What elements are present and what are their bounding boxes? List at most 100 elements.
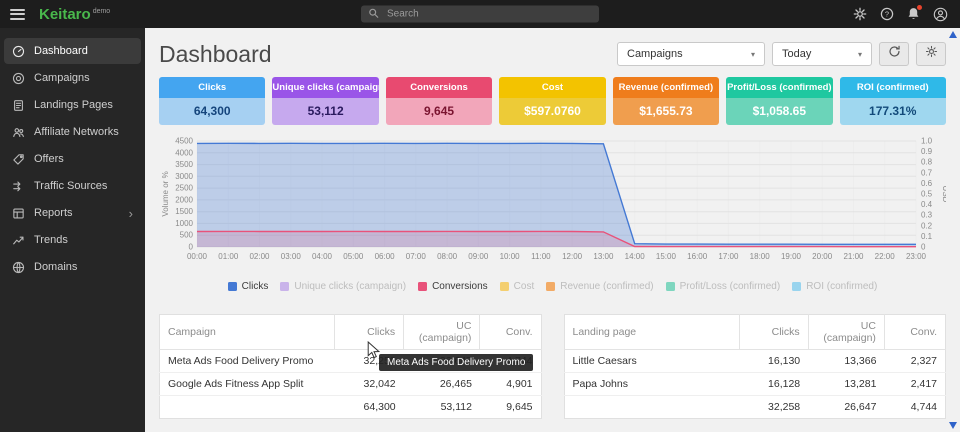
svg-text:01:00: 01:00 (218, 252, 239, 261)
svg-text:2000: 2000 (175, 195, 193, 204)
chevron-right-icon: › (129, 207, 133, 220)
search-input[interactable] (385, 8, 592, 21)
sidebar-item-campaigns[interactable]: Campaigns (4, 65, 141, 91)
legend-item-profit-loss[interactable]: Profit/Loss (confirmed) (666, 281, 781, 292)
metric-value: 64,300 (159, 98, 265, 125)
svg-text:14:00: 14:00 (625, 252, 646, 261)
svg-text:00:00: 00:00 (187, 252, 208, 261)
table-row[interactable]: Papa Johns 16,128 13,281 2,417 (564, 373, 946, 396)
landing-name[interactable]: Little Caesars (564, 350, 739, 373)
legend-swatch (280, 282, 289, 291)
chevron-down-icon: ▾ (751, 50, 755, 59)
svg-text:1.0: 1.0 (921, 137, 933, 146)
landing-name[interactable]: Papa Johns (564, 373, 739, 396)
col-clicks[interactable]: Clicks (335, 315, 404, 350)
chart-legend: Clicks Unique clicks (campaign) Conversi… (159, 281, 946, 292)
svg-text:06:00: 06:00 (375, 252, 396, 261)
metric-card-profit-loss[interactable]: Profit/Loss (confirmed) $1,058.65 (726, 77, 832, 125)
svg-text:4500: 4500 (175, 137, 193, 146)
metric-value: $1,655.73 (613, 98, 719, 125)
col-uc-campaign[interactable]: UC (campaign) (808, 315, 884, 350)
svg-text:3500: 3500 (175, 160, 193, 169)
traffic-chart-svg: 00:0001:0002:0003:0004:0005:0006:0007:00… (159, 135, 946, 281)
svg-text:4000: 4000 (175, 148, 193, 157)
metric-value: $1,058.65 (726, 98, 832, 125)
gear-icon (925, 45, 938, 63)
sidebar-item-traffic-sources[interactable]: Traffic Sources (4, 173, 141, 199)
svg-text:0.2: 0.2 (921, 221, 933, 230)
scroll-down-arrow[interactable] (949, 422, 957, 429)
metric-card-cost[interactable]: Cost $597.0760 (499, 77, 605, 125)
metric-label: Cost (499, 77, 605, 98)
metric-card-unique-clicks[interactable]: Unique clicks (campaign) 53,112 (272, 77, 378, 125)
global-search[interactable] (361, 6, 599, 23)
metric-label: Clicks (159, 77, 265, 98)
sidebar-item-label: Dashboard (34, 45, 88, 57)
topbar: Keitarodemo ? (0, 0, 960, 28)
sidebar-item-offers[interactable]: Offers (4, 146, 141, 172)
sidebar-item-landings-pages[interactable]: Landings Pages (4, 92, 141, 118)
metric-value: $597.0760 (499, 98, 605, 125)
brand-demo-badge: demo (93, 8, 111, 15)
metric-label: Unique clicks (campaign) (272, 77, 378, 98)
table-row[interactable]: Google Ads Fitness App Split 32,042 26,4… (160, 373, 542, 396)
svg-text:Volume or %: Volume or % (161, 171, 170, 216)
col-conv[interactable]: Conv. (480, 315, 541, 350)
legend-item-conversions[interactable]: Conversions (418, 281, 488, 292)
campaigns-filter-dropdown[interactable]: Campaigns ▾ (617, 42, 765, 66)
col-landing-page[interactable]: Landing page (564, 315, 739, 350)
sidebar: Dashboard Campaigns Landings Pages Affil… (0, 28, 145, 432)
legend-item-revenue[interactable]: Revenue (confirmed) (546, 281, 653, 292)
campaign-name[interactable]: Meta Ads Food Delivery Promo (160, 350, 335, 373)
table-row[interactable]: Little Caesars 16,130 13,366 2,327 (564, 350, 946, 373)
notifications-bell-icon[interactable] (907, 7, 920, 21)
user-avatar[interactable] (933, 7, 948, 22)
col-uc-campaign[interactable]: UC (campaign) (404, 315, 480, 350)
col-clicks[interactable]: Clicks (739, 315, 808, 350)
legend-item-cost[interactable]: Cost (500, 281, 535, 292)
svg-text:0: 0 (921, 243, 926, 252)
metric-card-clicks[interactable]: Clicks 64,300 (159, 77, 265, 125)
table-header-row: Landing page Clicks UC (campaign) Conv. (564, 315, 946, 350)
legend-swatch (546, 282, 555, 291)
date-range-dropdown[interactable]: Today ▾ (772, 42, 872, 66)
sidebar-item-reports[interactable]: Reports › (4, 200, 141, 226)
target-icon (12, 72, 25, 85)
date-range-value: Today (782, 48, 811, 60)
campaign-name[interactable]: Google Ads Fitness App Split (160, 373, 335, 396)
settings-gear-icon[interactable] (853, 7, 867, 21)
sidebar-item-affiliate-networks[interactable]: Affiliate Networks (4, 119, 141, 145)
col-conv[interactable]: Conv. (884, 315, 945, 350)
scroll-up-arrow[interactable] (949, 31, 957, 38)
metric-card-revenue[interactable]: Revenue (confirmed) $1,655.73 (613, 77, 719, 125)
menu-toggle-icon[interactable] (10, 9, 25, 20)
svg-text:17:00: 17:00 (718, 252, 739, 261)
legend-item-unique-clicks[interactable]: Unique clicks (campaign) (280, 281, 406, 292)
help-icon[interactable]: ? (880, 7, 894, 21)
svg-text:23:00: 23:00 (906, 252, 927, 261)
dashboard-settings-button[interactable] (916, 42, 946, 66)
table-totals-row: 64,300 53,112 9,645 (160, 396, 542, 419)
brand-logo[interactable]: Keitarodemo (39, 6, 110, 23)
legend-item-clicks[interactable]: Clicks (228, 281, 269, 292)
sidebar-item-trends[interactable]: Trends (4, 227, 141, 253)
sidebar-item-label: Landings Pages (34, 99, 113, 111)
sidebar-item-domains[interactable]: Domains (4, 254, 141, 280)
col-campaign[interactable]: Campaign (160, 315, 335, 350)
refresh-button[interactable] (879, 42, 909, 66)
legend-item-roi[interactable]: ROI (confirmed) (792, 281, 877, 292)
svg-text:18:00: 18:00 (750, 252, 771, 261)
svg-text:04:00: 04:00 (312, 252, 333, 261)
svg-text:0.4: 0.4 (921, 200, 933, 209)
page-header: Dashboard Campaigns ▾ Today ▾ (159, 36, 946, 72)
legend-swatch (500, 282, 509, 291)
svg-text:13:00: 13:00 (593, 252, 614, 261)
svg-text:0.7: 0.7 (921, 168, 933, 177)
main-content: Dashboard Campaigns ▾ Today ▾ (145, 28, 960, 432)
metric-card-roi[interactable]: ROI (confirmed) 177.31% (840, 77, 946, 125)
legend-swatch (666, 282, 675, 291)
sidebar-item-dashboard[interactable]: Dashboard (4, 38, 141, 64)
metric-card-conversions[interactable]: Conversions 9,645 (386, 77, 492, 125)
topbar-actions: ? (853, 7, 948, 22)
svg-text:11:00: 11:00 (531, 252, 551, 261)
